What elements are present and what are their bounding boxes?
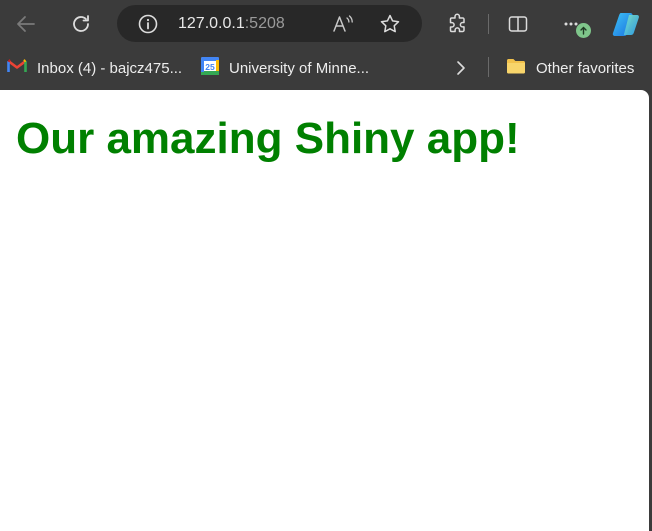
browser-window: 127.0.0.1:5208 Inbox (4) - bajcz475... 2… xyxy=(0,0,652,531)
browser-toolbar: 127.0.0.1:5208 xyxy=(0,0,652,48)
bookmark-label: Other favorites xyxy=(536,59,635,77)
reload-icon[interactable] xyxy=(67,10,95,38)
gmail-icon xyxy=(7,58,27,79)
calendar-icon-text: 25 xyxy=(205,61,215,71)
calendar-icon: 25 xyxy=(200,56,220,81)
extensions-icon[interactable] xyxy=(444,10,472,38)
other-favorites-folder[interactable]: Other favorites xyxy=(506,57,634,79)
url-text[interactable]: 127.0.0.1:5208 xyxy=(178,14,285,34)
page-title: Our amazing Shiny app! xyxy=(16,114,520,163)
favorite-star-icon[interactable] xyxy=(377,11,403,37)
toolbar-divider xyxy=(488,14,489,34)
bookmarks-divider xyxy=(488,57,489,77)
copilot-icon[interactable] xyxy=(610,8,642,40)
url-port: :5208 xyxy=(244,15,285,32)
split-screen-icon[interactable] xyxy=(504,10,532,38)
address-bar[interactable]: 127.0.0.1:5208 xyxy=(117,5,422,42)
bookmark-label: Inbox (4) - bajcz475... xyxy=(37,59,183,77)
read-aloud-icon[interactable] xyxy=(329,11,355,37)
back-icon[interactable] xyxy=(12,10,40,38)
folder-icon xyxy=(506,57,526,80)
bookmark-university[interactable]: 25 University of Minne... xyxy=(200,56,370,81)
update-arrow-icon xyxy=(576,23,591,38)
info-icon[interactable] xyxy=(136,12,160,36)
chevron-right-icon[interactable] xyxy=(452,57,470,79)
url-host: 127.0.0.1 xyxy=(178,15,245,32)
bookmark-label: University of Minne... xyxy=(229,59,370,77)
bookmark-gmail-inbox[interactable]: Inbox (4) - bajcz475... xyxy=(7,57,182,79)
page-viewport: Our amazing Shiny app! xyxy=(0,90,649,531)
